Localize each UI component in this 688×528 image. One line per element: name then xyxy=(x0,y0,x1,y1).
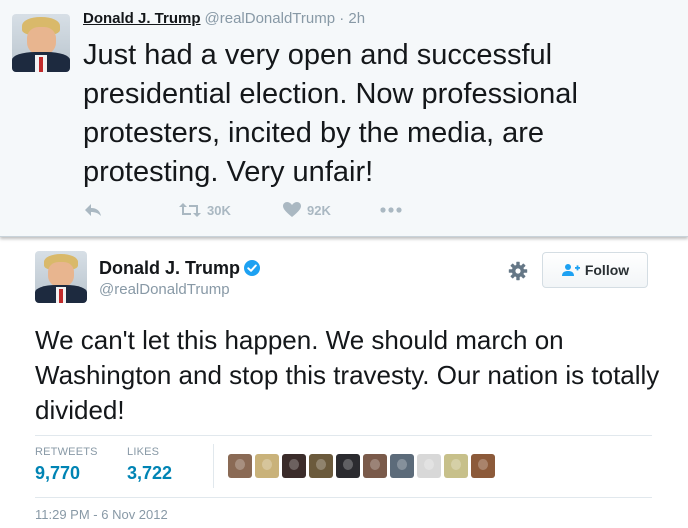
liker-avatar[interactable] xyxy=(228,454,252,478)
like-count: 92K xyxy=(307,202,331,218)
profile-avatar[interactable] xyxy=(35,251,87,303)
tweet-header: Donald J. Trump @realDonaldTrump · 2h xyxy=(83,10,365,27)
follow-button[interactable]: Follow xyxy=(542,252,648,288)
heart-icon xyxy=(283,202,301,217)
liker-avatar[interactable] xyxy=(417,454,441,478)
retweet-button[interactable]: 30K xyxy=(179,202,231,218)
retweet-count: 30K xyxy=(207,202,231,218)
second-tweet-card: Donald J. Trump @realDonaldTrump Follow xyxy=(0,236,688,528)
profile-avatar[interactable] xyxy=(12,14,70,72)
like-button[interactable]: 92K xyxy=(283,202,331,218)
add-user-icon xyxy=(561,264,580,276)
liker-avatar[interactable] xyxy=(336,454,360,478)
liker-avatar[interactable] xyxy=(471,454,495,478)
liker-avatars xyxy=(228,454,498,478)
follow-label: Follow xyxy=(584,262,630,278)
retweet-icon xyxy=(179,203,201,217)
likes-value: 3,722 xyxy=(127,463,173,483)
retweets-label: RETWEETS xyxy=(35,446,98,458)
verified-badge-icon xyxy=(244,260,261,276)
divider xyxy=(35,435,652,436)
likes-stat[interactable]: LIKES 3,722 xyxy=(127,446,172,484)
stat-separator xyxy=(213,444,214,488)
liker-avatar[interactable] xyxy=(255,454,279,478)
tweet-timestamp[interactable]: 11:29 PM - 6 Nov 2012 xyxy=(35,507,168,522)
divider xyxy=(35,497,652,498)
likes-label: LIKES xyxy=(127,446,160,458)
liker-avatar[interactable] xyxy=(309,454,333,478)
liker-avatar[interactable] xyxy=(363,454,387,478)
author-handle-time[interactable]: @realDonaldTrump · 2h xyxy=(205,10,366,27)
gear-icon[interactable] xyxy=(508,261,528,281)
reply-icon xyxy=(85,204,101,216)
author-name-text: Donald J. Trump xyxy=(99,258,241,278)
first-tweet-card: Donald J. Trump @realDonaldTrump · 2h Jus… xyxy=(0,0,688,237)
liker-avatar[interactable] xyxy=(390,454,414,478)
liker-avatar[interactable] xyxy=(444,454,468,478)
author-name[interactable]: Donald J. Trump xyxy=(99,258,261,279)
author-handle[interactable]: @realDonaldTrump xyxy=(99,281,230,298)
retweets-stat[interactable]: RETWEETS 9,770 xyxy=(35,446,98,484)
reply-button[interactable] xyxy=(83,202,103,218)
author-name-link[interactable]: Donald J. Trump xyxy=(83,10,201,27)
more-button[interactable] xyxy=(379,202,403,218)
tweet-text: We can't let this happen. We should marc… xyxy=(35,325,660,425)
tweet-text: Just had a very open and successful pres… xyxy=(83,39,578,188)
liker-avatar[interactable] xyxy=(282,454,306,478)
retweets-value: 9,770 xyxy=(35,463,81,483)
more-icon xyxy=(380,207,402,213)
